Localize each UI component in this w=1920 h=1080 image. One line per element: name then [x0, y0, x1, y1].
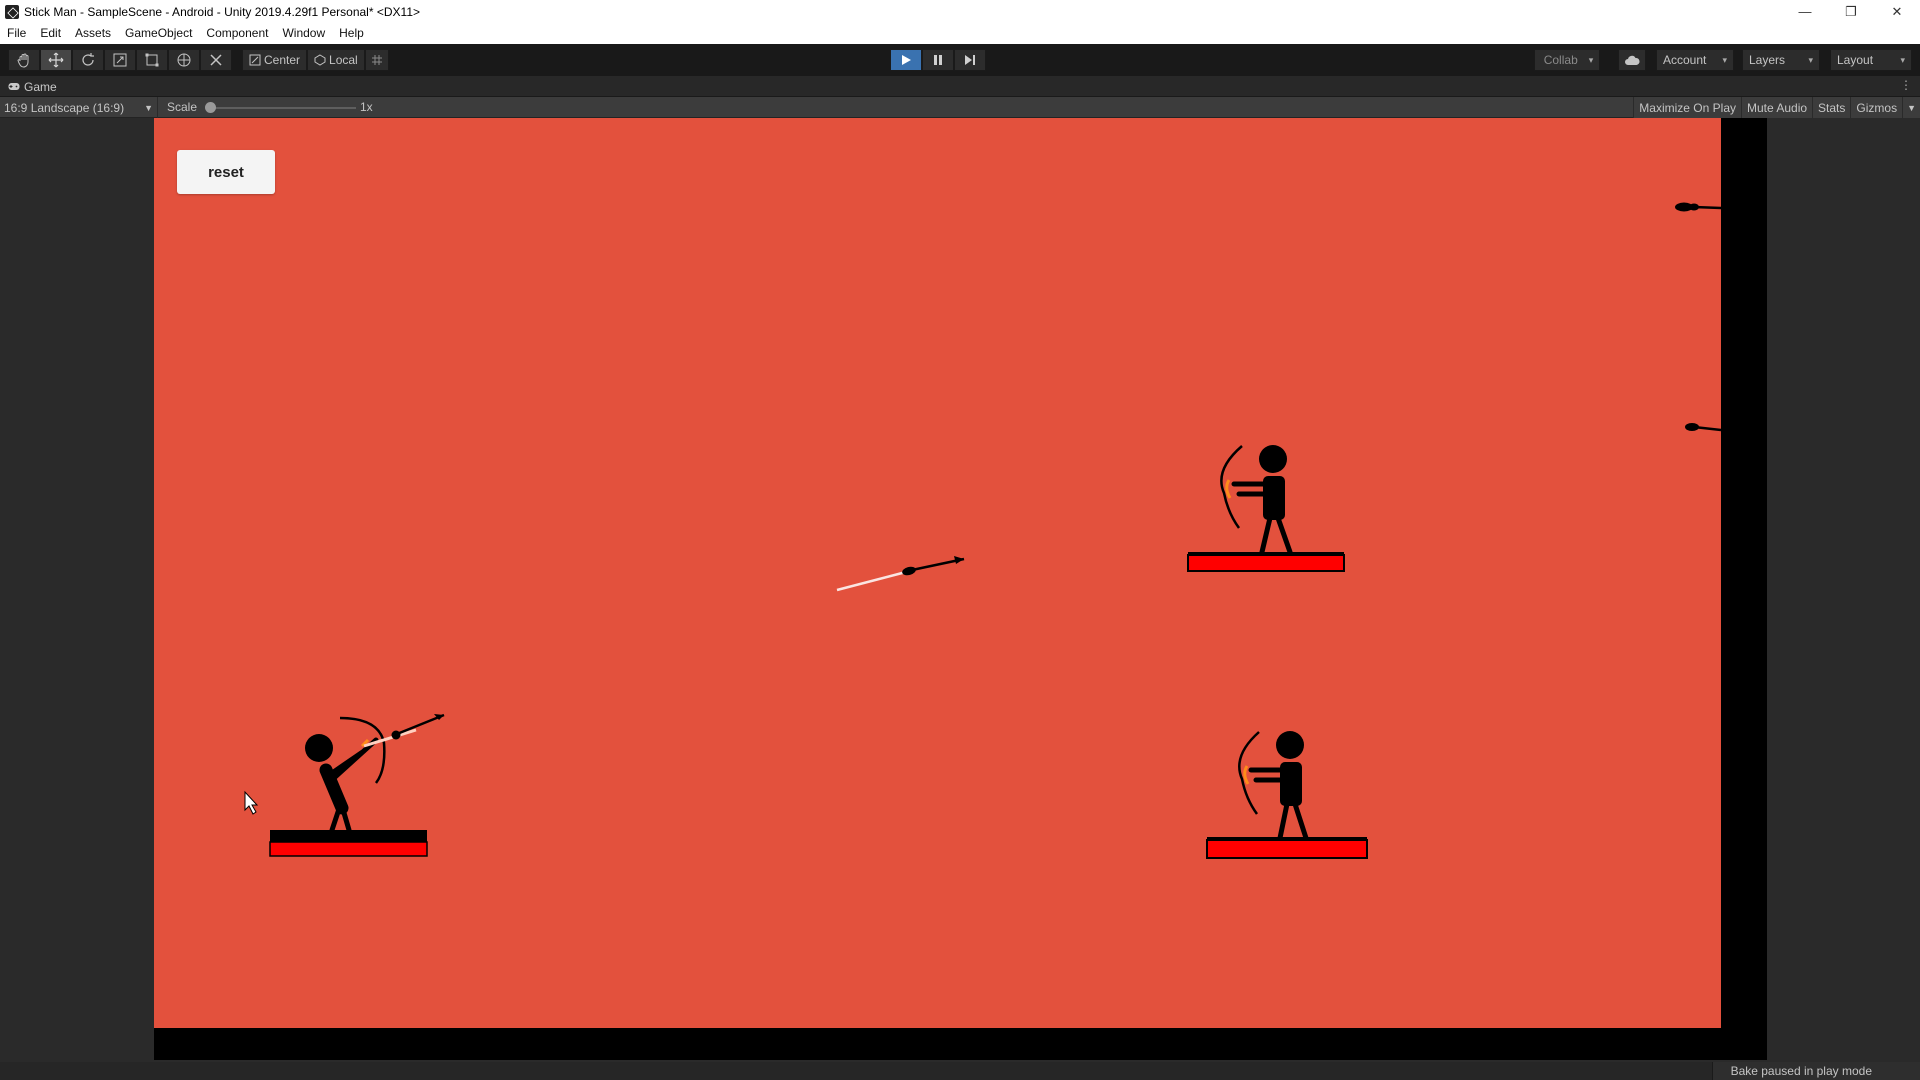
- restore-button[interactable]: ❐: [1828, 0, 1874, 23]
- mute-audio-label: Mute Audio: [1747, 100, 1808, 115]
- minimize-button[interactable]: —: [1782, 0, 1828, 23]
- services-controls: Collab: [1534, 49, 1600, 71]
- mute-audio-toggle[interactable]: Mute Audio: [1741, 97, 1813, 118]
- edge-arrow-middle: [1685, 423, 1721, 432]
- transform-tool-button[interactable]: [168, 49, 200, 71]
- game-scene[interactable]: reset: [154, 118, 1721, 1028]
- pivot-controls: Center Local: [242, 49, 389, 71]
- menu-gameobject[interactable]: GameObject: [118, 23, 199, 44]
- aspect-ratio-label: 16:9 Landscape (16:9): [4, 100, 125, 115]
- gizmos-label: Gizmos: [1856, 100, 1898, 115]
- chevron-down-icon: ▼: [144, 102, 153, 113]
- layout-dropdown[interactable]: Layout: [1830, 49, 1912, 71]
- more-options-icon[interactable]: ⋮: [1900, 78, 1912, 92]
- main-toolbar: Center Local Collab Account: [0, 44, 1920, 76]
- hand-icon: [17, 53, 29, 68]
- pause-icon: [934, 55, 942, 65]
- pause-button[interactable]: [922, 49, 954, 71]
- close-button[interactable]: ✕: [1874, 0, 1920, 23]
- enemy-archer-top[interactable]: [1187, 445, 1345, 572]
- rect-transform-icon: [145, 53, 159, 67]
- maximize-on-play-toggle[interactable]: Maximize On Play: [1633, 97, 1741, 118]
- game-tab-label: Game: [24, 79, 57, 94]
- status-bar: Bake paused in play mode: [0, 1062, 1920, 1080]
- game-view-controls: 16:9 Landscape (16:9) ▼ Scale 1x Maximiz…: [0, 97, 1920, 118]
- flying-arrow: [836, 556, 965, 592]
- cloud-button[interactable]: [1618, 49, 1646, 71]
- menu-edit[interactable]: Edit: [33, 23, 68, 44]
- gizmos-toggle[interactable]: Gizmos: [1850, 97, 1903, 118]
- menu-assets[interactable]: Assets: [68, 23, 118, 44]
- layers-dropdown[interactable]: Layers: [1742, 49, 1820, 71]
- collab-dropdown[interactable]: Collab: [1534, 49, 1600, 71]
- rect-tool-button[interactable]: [136, 49, 168, 71]
- move-tool-button[interactable]: [40, 49, 72, 71]
- step-icon: [965, 55, 975, 65]
- layout-label: Layout: [1837, 53, 1874, 67]
- transform-gizmo-icon: [177, 53, 191, 67]
- menu-help[interactable]: Help: [332, 23, 371, 44]
- scale-icon: [113, 53, 127, 67]
- custom-tool-button[interactable]: [200, 49, 232, 71]
- chevron-down-icon: ▼: [1907, 102, 1916, 113]
- scene-sprites: [244, 202, 1721, 859]
- game-render[interactable]: reset: [154, 118, 1767, 1060]
- status-message: Bake paused in play mode: [1711, 1062, 1920, 1080]
- scale-value: 1x: [360, 100, 373, 114]
- gizmos-dropdown[interactable]: ▼: [1902, 97, 1920, 118]
- game-viewport: reset: [0, 118, 1920, 1062]
- move-arrows-icon: [48, 52, 64, 68]
- cloud-controls: [1618, 49, 1646, 71]
- scale-label: Scale: [167, 100, 198, 114]
- account-dropdown[interactable]: Account: [1656, 49, 1734, 71]
- local-space-icon: [314, 54, 326, 66]
- title-bar: Stick Man - SampleScene - Android - Unit…: [0, 0, 1920, 23]
- account-label: Account: [1663, 53, 1707, 67]
- menu-file[interactable]: File: [0, 23, 33, 44]
- layers-label: Layers: [1749, 53, 1786, 67]
- stats-label: Stats: [1818, 100, 1846, 115]
- window-title: Stick Man - SampleScene - Android - Unit…: [24, 4, 420, 19]
- rotate-tool-button[interactable]: [72, 49, 104, 71]
- aspect-ratio-dropdown[interactable]: 16:9 Landscape (16:9) ▼: [0, 97, 158, 118]
- mouse-cursor-icon: [244, 790, 259, 815]
- menu-bar: File Edit Assets GameObject Component Wi…: [0, 23, 1920, 44]
- edge-arrow-top: [1675, 202, 1721, 212]
- rotate-icon: [82, 53, 94, 66]
- layout-controls: Layout: [1830, 49, 1912, 71]
- menu-window[interactable]: Window: [275, 23, 332, 44]
- layers-controls: Layers: [1742, 49, 1820, 71]
- grid-snap-button[interactable]: [364, 49, 389, 71]
- cloud-icon: [1625, 55, 1640, 65]
- grid-snap-icon: [371, 55, 382, 65]
- menu-component[interactable]: Component: [199, 23, 275, 44]
- tab-game[interactable]: Game: [0, 76, 65, 97]
- tools-icon: [210, 54, 222, 66]
- transform-tools: [8, 49, 232, 71]
- scale-slider-thumb[interactable]: [205, 102, 216, 113]
- unity-logo-icon: [5, 4, 19, 19]
- account-controls: Account: [1656, 49, 1734, 71]
- scale-tool-button[interactable]: [104, 49, 136, 71]
- pivot-center-icon: [249, 54, 261, 66]
- stats-toggle[interactable]: Stats: [1812, 97, 1851, 118]
- gamepad-icon: [8, 83, 20, 90]
- step-button[interactable]: [954, 49, 986, 71]
- enemy-archer-bottom[interactable]: [1206, 731, 1368, 859]
- play-button[interactable]: [890, 49, 922, 71]
- pivot-rotation-button[interactable]: Local: [307, 49, 365, 71]
- pivot-mode-label: Center: [264, 53, 301, 67]
- maximize-on-play-label: Maximize On Play: [1639, 100, 1736, 115]
- scale-slider[interactable]: [205, 102, 356, 113]
- pivot-rotation-label: Local: [329, 53, 358, 67]
- game-tab-bar: Game ⋮: [0, 76, 1920, 97]
- collab-label: Collab: [1543, 53, 1578, 67]
- pivot-mode-button[interactable]: Center: [242, 49, 308, 71]
- play-icon: [902, 55, 911, 65]
- player-archer[interactable]: [269, 713, 445, 857]
- playmode-controls: [890, 49, 986, 71]
- hand-tool-button[interactable]: [8, 49, 40, 71]
